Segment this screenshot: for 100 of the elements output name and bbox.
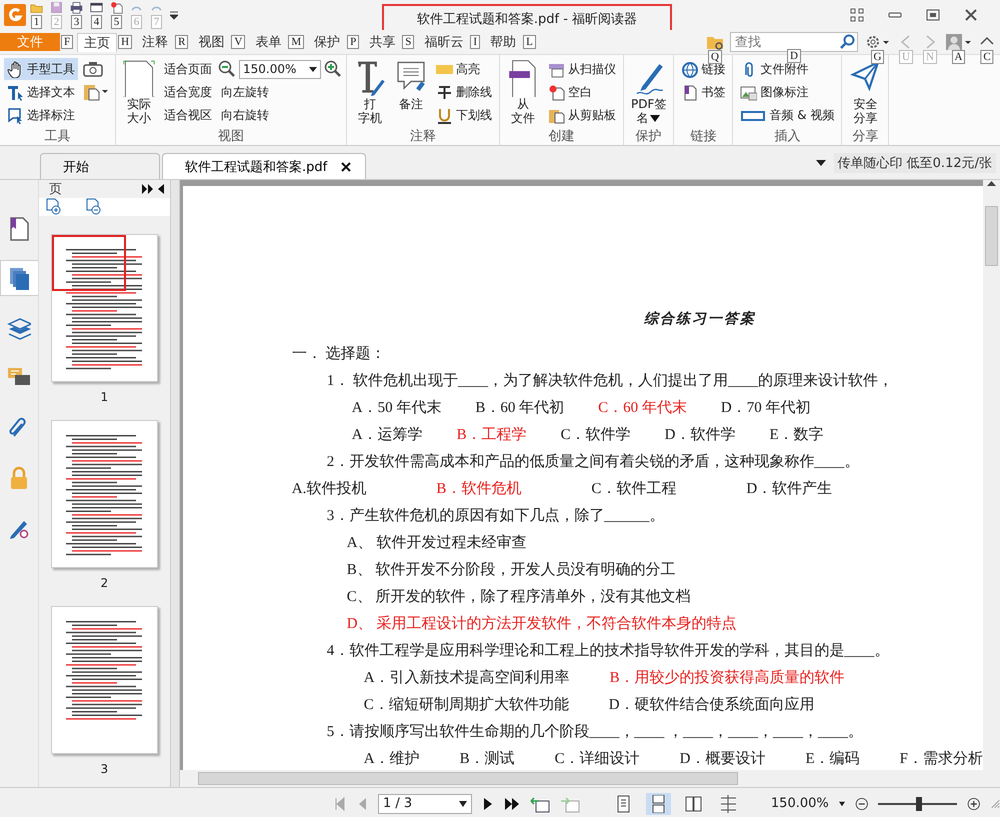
search-field[interactable]: 查找: [730, 32, 858, 52]
keytip: A: [952, 50, 966, 64]
answer-text: D、 采用工程设计的方法开发软件，不符合软件本身的特点: [346, 614, 736, 633]
ribbon-button[interactable]: 向左旋转: [218, 81, 342, 103]
ribbon-button[interactable]: 从剪贴板: [545, 104, 619, 126]
vertical-scrollbar[interactable]: [983, 180, 1000, 770]
settings-icon[interactable]: [864, 33, 891, 51]
view-mode-button[interactable]: [646, 792, 671, 814]
menu-tab[interactable]: 共享: [363, 33, 402, 51]
avatar-icon[interactable]: [945, 33, 972, 51]
clipboard-icon: [83, 83, 109, 101]
ribbon-button[interactable]: 适合视区: [161, 104, 215, 126]
ribbon-button[interactable]: 音频 & 视频: [737, 104, 838, 126]
zoom-field[interactable]: 150.00%: [239, 60, 321, 78]
next-page-button[interactable]: [482, 796, 494, 812]
caret-icon: [309, 66, 317, 72]
sidebar-tab[interactable]: [0, 260, 38, 296]
ribbon-button[interactable]: 手型工具: [4, 58, 78, 80]
expand-icon[interactable]: [142, 184, 154, 194]
ribbon-button[interactable]: 下划线: [433, 104, 495, 126]
scrollbar-thumb[interactable]: [198, 772, 738, 785]
menu-tab[interactable]: 保护: [308, 33, 346, 51]
ribbon-button[interactable]: 空白: [545, 81, 619, 103]
ribbon-button[interactable]: 图像标注: [737, 81, 838, 103]
ribbon-large-button[interactable]: 从 文件: [504, 58, 542, 126]
horizontal-scrollbar[interactable]: [180, 770, 1000, 787]
document-text: A．维护: [364, 750, 420, 768]
ribbon-button[interactable]: 高亮: [433, 58, 495, 80]
fullscreen-icon[interactable]: [850, 8, 864, 22]
menu-tab[interactable]: 视图: [192, 33, 230, 51]
close-icon[interactable]: [341, 162, 352, 172]
search-icon: [839, 34, 855, 50]
zoom-out-icon[interactable]: [218, 60, 236, 78]
close-icon[interactable]: [964, 8, 978, 22]
document-text: C．缩短研制周期扩大软件功能: [364, 696, 569, 714]
last-page-icon: [504, 796, 520, 812]
ribbon-large-button[interactable]: 实际 大小: [120, 58, 158, 126]
document-tab[interactable]: 软件工程试题和答案.pdf: [162, 153, 366, 179]
single-page-icon: [614, 794, 632, 812]
maximize-icon[interactable]: [926, 9, 940, 21]
ad-banner[interactable]: 传单随心印 低至0.12元/张: [834, 152, 996, 172]
collapse-panel-icon[interactable]: [158, 184, 164, 194]
ribbon-button[interactable]: 选择标注: [4, 104, 78, 126]
caret-icon[interactable]: [838, 800, 845, 806]
keytip: V: [231, 35, 246, 49]
ribbon-button[interactable]: 向右旋转: [218, 104, 342, 126]
document-text: A．引入新技术提高空间利用率: [364, 668, 570, 687]
menu-tab[interactable]: 注释: [136, 33, 174, 51]
ribbon-button[interactable]: 适合宽度: [161, 81, 215, 103]
print-icon[interactable]: [70, 1, 83, 14]
ribbon-button[interactable]: 删除线: [433, 81, 495, 103]
keytip: I: [470, 35, 480, 49]
dropdown-icon[interactable]: [170, 10, 178, 20]
menu-tab[interactable]: 表单: [249, 33, 288, 51]
zoom-level[interactable]: 150.00%: [770, 796, 829, 811]
keytip: 6: [130, 15, 142, 29]
scrollbar-thumb[interactable]: [985, 206, 998, 266]
ribbon-large-button[interactable]: 打 字机: [351, 58, 389, 126]
zoom-out-page-icon[interactable]: [85, 198, 103, 216]
slider-thumb[interactable]: [916, 796, 922, 810]
keytip: H: [118, 35, 132, 49]
ribbon-button[interactable]: 选择文本: [4, 81, 78, 103]
previous-view-button[interactable]: [530, 794, 550, 812]
caret-icon: [648, 113, 661, 123]
dropdown-icon[interactable]: [816, 160, 826, 166]
menu-tab[interactable]: 主页: [77, 32, 118, 52]
zoom-in-icon[interactable]: [324, 60, 342, 78]
answer-text: B．用较少的投资获得高质量的软件: [610, 668, 845, 687]
page-thumbnail[interactable]: [50, 234, 158, 382]
document-tab[interactable]: 开始: [40, 153, 160, 179]
document-text: E．数字: [769, 425, 824, 444]
keytip: L: [523, 35, 536, 49]
document-text: D．硬软件结合使系统面向应用: [608, 695, 815, 714]
last-page-button[interactable]: [504, 796, 520, 812]
page-number-field[interactable]: 1 / 3: [378, 794, 472, 814]
group-label: 分享: [851, 128, 880, 145]
keytip: U: [899, 50, 913, 64]
document-text: C．详细设计: [554, 750, 640, 768]
ribbon-button[interactable]: 从扫描仪: [545, 58, 619, 80]
menu-tab[interactable]: 福昕云: [418, 33, 470, 51]
document-title: 综合练习一答案: [644, 310, 757, 329]
window-icon[interactable]: [90, 1, 103, 14]
zoom-in-page-icon[interactable]: [45, 198, 63, 216]
group-label: 创建: [548, 128, 576, 145]
document-text: 一． 选择题：: [292, 344, 386, 363]
document-text: 5．请按顺序写出软件生命期的几个阶段____，____ ，____，____，____，____。: [326, 722, 864, 741]
ribbon-button[interactable]: 适合页面: [161, 58, 215, 80]
answer-text: C．60 年代末: [598, 398, 687, 417]
ribbon-large-button[interactable]: 备注: [392, 58, 430, 112]
document-text: D．软件学: [664, 426, 736, 444]
ribbon-large-button[interactable]: PDF签 名: [628, 58, 670, 126]
page-thumbnail[interactable]: [50, 606, 158, 754]
menu-tab[interactable]: 帮助: [484, 33, 522, 51]
ribbon-button[interactable]: 书签: [678, 81, 728, 103]
page-thumbnail[interactable]: [50, 420, 158, 568]
caret-icon: [459, 800, 468, 806]
document-text: A、 软件开发过程未经审查: [346, 533, 526, 552]
new-document-icon[interactable]: [110, 1, 123, 14]
keytip: 1: [30, 15, 42, 29]
minimize-icon[interactable]: [888, 11, 902, 19]
